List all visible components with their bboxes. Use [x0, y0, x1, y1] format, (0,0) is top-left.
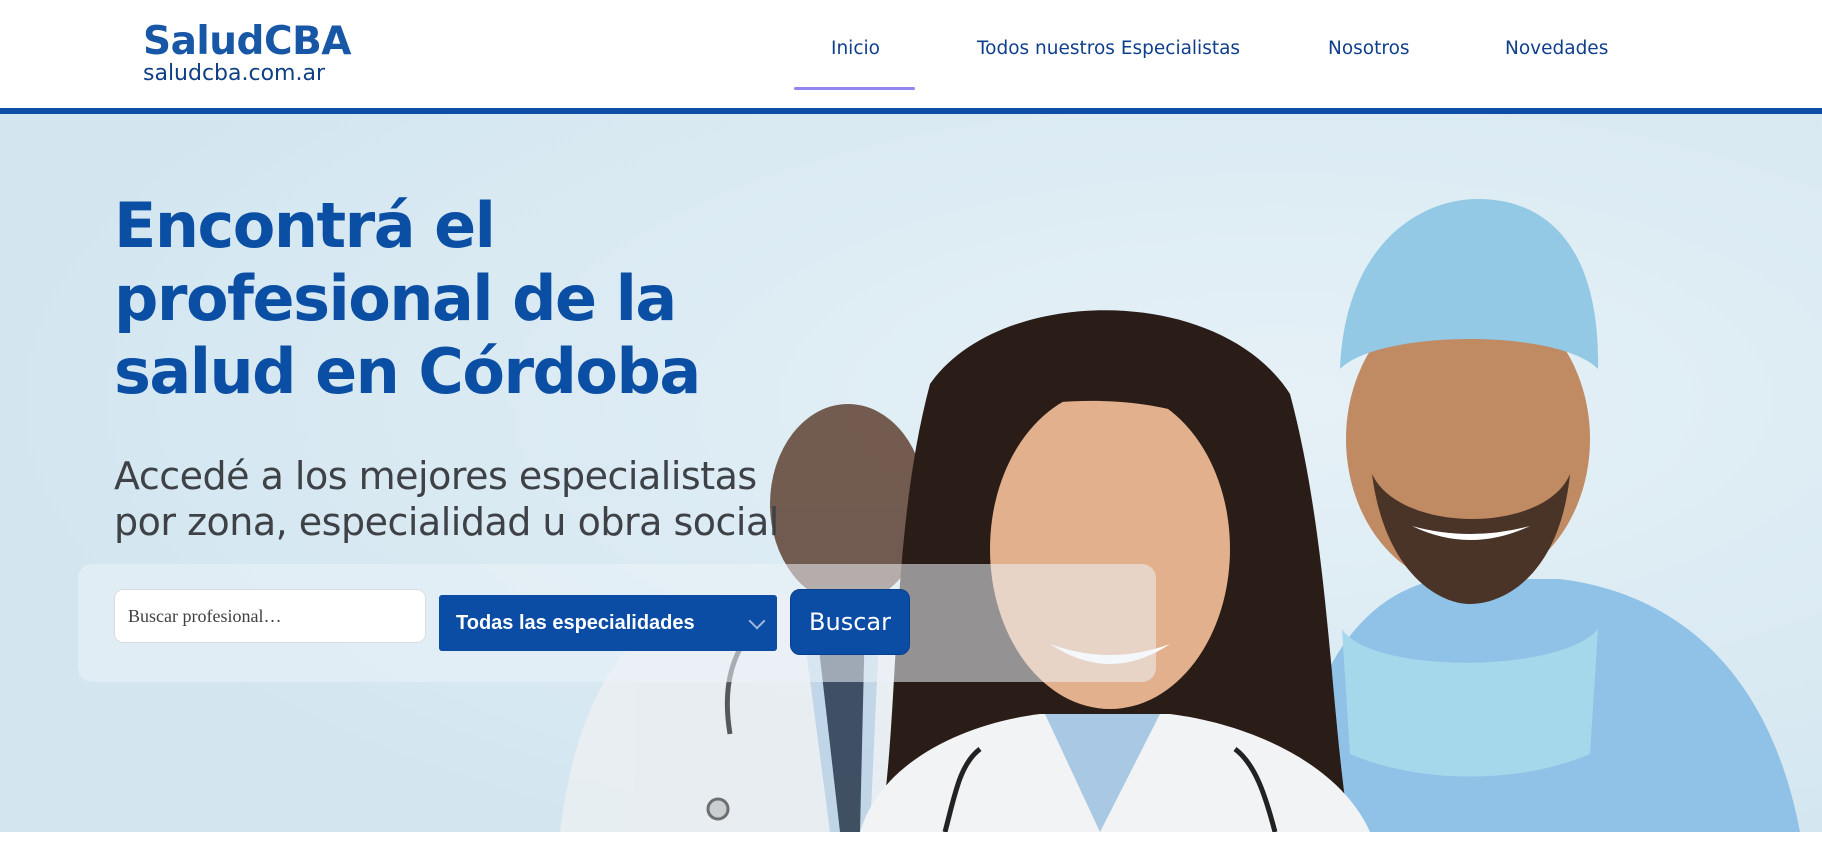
nav-item-novedades[interactable]: Novedades [1505, 38, 1608, 59]
nav-item-inicio[interactable]: Inicio [831, 38, 880, 59]
nav-item-especialistas[interactable]: Todos nuestros Especialistas [977, 38, 1240, 59]
search-button[interactable]: Buscar [790, 589, 910, 655]
specialty-select[interactable]: Todas las especialidades [439, 595, 777, 651]
headline-line-2: profesional de la [114, 262, 677, 335]
chevron-down-icon [748, 612, 766, 630]
hero-section: Encontrá el profesional de la salud en C… [0, 114, 1822, 832]
specialty-select-value: Todas las especialidades [456, 612, 695, 634]
hero-headline: Encontrá el profesional de la salud en C… [114, 189, 814, 408]
subline-line-2: por zona, especialidad u obra social [114, 500, 779, 544]
hero-subline: Accedé a los mejores especialistas por z… [114, 453, 834, 545]
search-input[interactable] [114, 589, 426, 643]
nav-item-nosotros[interactable]: Nosotros [1328, 38, 1410, 59]
site-logo[interactable]: SaludCBA saludcba.com.ar [143, 19, 352, 86]
site-header: SaludCBA saludcba.com.ar Inicio Todos nu… [0, 0, 1822, 114]
page-bottom [0, 832, 1822, 847]
logo-brand: SaludCBA [143, 19, 352, 64]
logo-domain: saludcba.com.ar [143, 61, 326, 86]
subline-line-1: Accedé a los mejores especialistas [114, 454, 757, 498]
headline-line-1: Encontrá el [114, 189, 496, 262]
headline-line-3: salud en Córdoba [114, 335, 701, 408]
active-nav-indicator [794, 87, 915, 90]
